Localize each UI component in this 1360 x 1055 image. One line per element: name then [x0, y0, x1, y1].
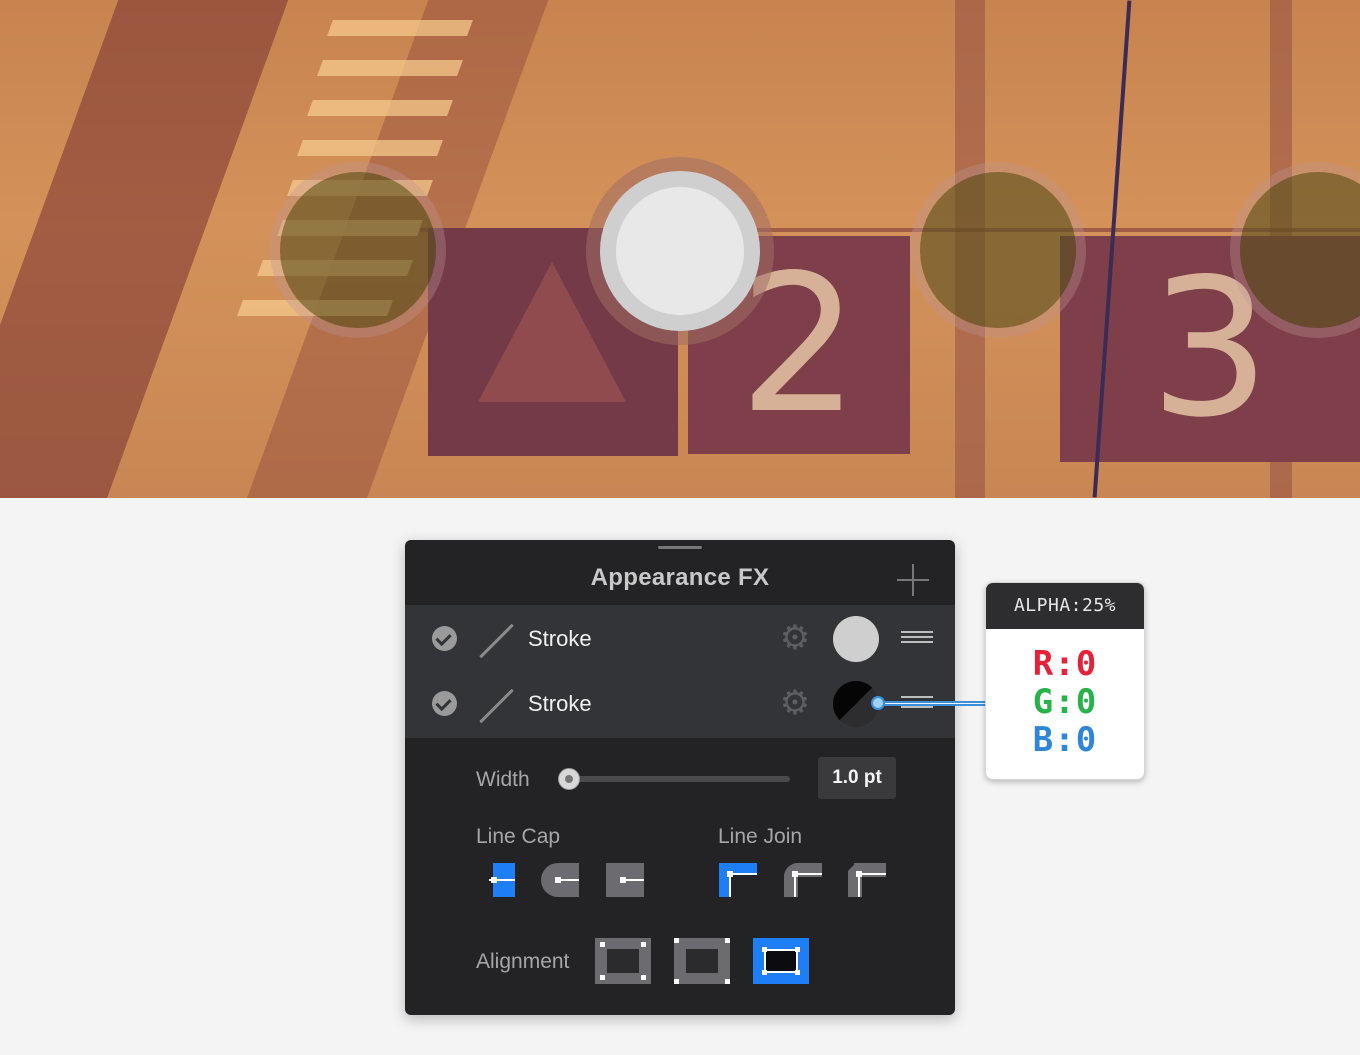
- round-join-button[interactable]: [784, 863, 822, 897]
- photo-band: [0, 0, 303, 498]
- line-cap-label: Line Cap: [476, 825, 561, 848]
- gear-icon[interactable]: ⚙: [778, 621, 812, 655]
- color-dot-inner: [616, 187, 744, 315]
- width-label: Width: [476, 768, 530, 791]
- color-info-tooltip: ALPHA:25% R:0 G:0 B:0: [985, 582, 1145, 780]
- round-cap-button[interactable]: [541, 863, 579, 897]
- panel-title: Appearance FX: [590, 564, 770, 591]
- butt-cap-button[interactable]: [489, 863, 527, 897]
- gear-icon[interactable]: ⚙: [778, 686, 812, 720]
- photo-sign-2-text: 2: [738, 234, 860, 455]
- width-value-field[interactable]: 1.0 pt: [818, 757, 896, 799]
- align-outside-button[interactable]: [753, 938, 809, 984]
- color-swatch[interactable]: [833, 616, 879, 662]
- photo-rung: [297, 140, 443, 156]
- color-dot-selected[interactable]: [600, 171, 760, 331]
- green-readout: G:0: [1032, 682, 1098, 722]
- align-inside-button[interactable]: [595, 938, 651, 984]
- stroke-icon: [479, 688, 514, 724]
- add-icon[interactable]: [897, 564, 929, 596]
- color-dot[interactable]: [280, 172, 436, 328]
- color-dot[interactable]: [920, 172, 1076, 328]
- stroke-icon: [479, 623, 514, 659]
- checkmark-icon[interactable]: [432, 691, 457, 716]
- stroke-label: Stroke: [528, 691, 592, 716]
- line-join-label: Line Join: [718, 825, 803, 848]
- checkmark-icon[interactable]: [432, 626, 457, 651]
- miter-join-button[interactable]: [719, 863, 757, 897]
- alignment-label: Alignment: [476, 950, 570, 973]
- square-cap-button[interactable]: [606, 863, 644, 897]
- appearance-panel: Appearance FX Stroke ⚙ Stroke ⚙ Width 1.…: [405, 540, 955, 1015]
- photo-rung: [307, 100, 453, 116]
- bevel-join-button[interactable]: [847, 863, 886, 897]
- alpha-readout: ALPHA:25%: [986, 583, 1144, 629]
- photo-rung: [317, 60, 463, 76]
- tooltip-connector: [878, 701, 986, 706]
- panel-grip[interactable]: [658, 546, 702, 549]
- photo-triangle: [478, 262, 626, 402]
- stroke-label: Stroke: [528, 626, 592, 651]
- width-slider-knob[interactable]: [558, 768, 580, 790]
- connector-dot: [871, 696, 885, 710]
- drag-handle-icon[interactable]: [901, 631, 933, 643]
- photo-rung: [327, 20, 473, 36]
- width-slider[interactable]: [560, 776, 790, 782]
- background-photo: 2 3: [0, 0, 1360, 498]
- align-center-button[interactable]: [674, 938, 730, 984]
- stroke-row[interactable]: Stroke ⚙: [405, 605, 955, 673]
- blue-readout: B:0: [1032, 720, 1098, 760]
- red-readout: R:0: [1032, 644, 1098, 684]
